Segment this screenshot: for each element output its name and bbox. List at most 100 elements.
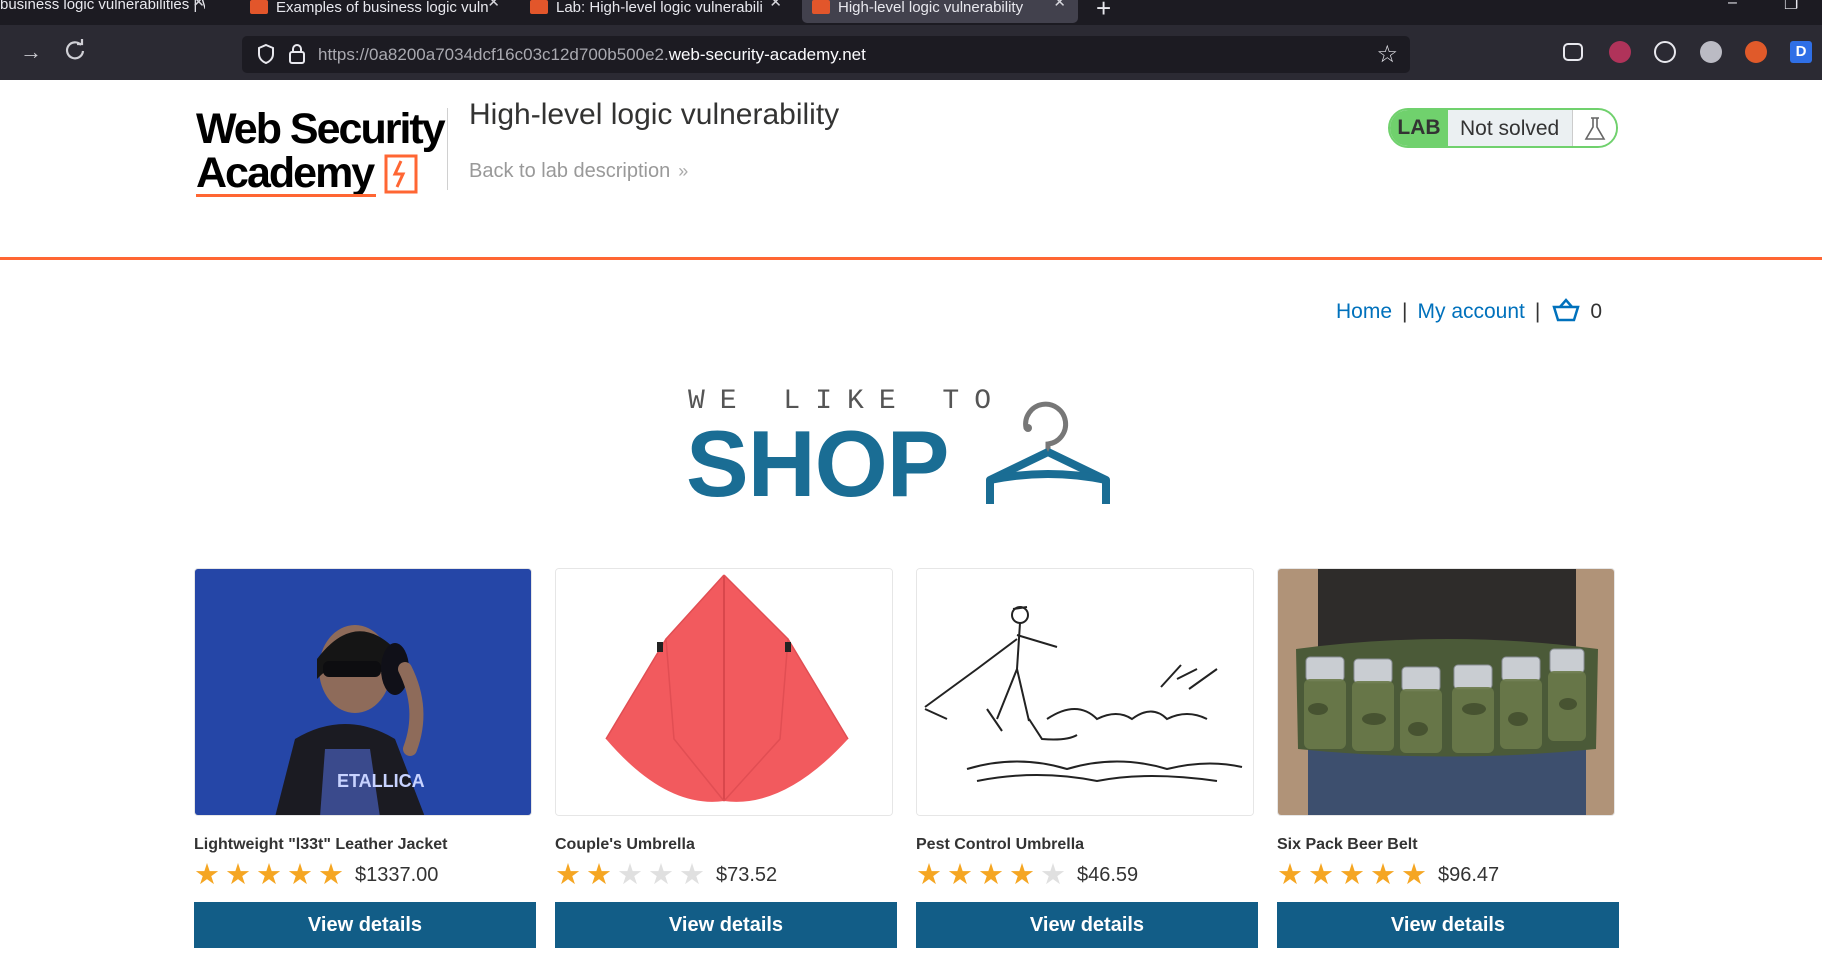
star-filled-icon: ★ xyxy=(1009,859,1035,891)
product-name: Couple's Umbrella xyxy=(555,836,695,853)
url-host: web-security-academy.net xyxy=(668,45,866,64)
product-image-leather-jacket: ETALLICA xyxy=(194,568,532,816)
tab-label: Examples of business logic vuln xyxy=(276,0,489,16)
back-to-lab-description-link[interactable]: Back to lab description » xyxy=(469,160,688,183)
product-name: Pest Control Umbrella xyxy=(916,836,1085,853)
star-filled-icon: ★ xyxy=(916,859,942,891)
bookmark-star-icon[interactable]: ☆ xyxy=(1376,40,1398,69)
star-filled-icon: ★ xyxy=(287,859,313,891)
lab-title: High-level logic vulnerability xyxy=(469,98,840,131)
view-details-button[interactable]: View details xyxy=(1277,902,1619,948)
header-separator xyxy=(0,257,1822,260)
banner-shop-text: SHOP xyxy=(686,411,949,516)
shield-icon[interactable] xyxy=(256,43,276,65)
star-filled-icon: ★ xyxy=(225,859,251,891)
close-icon[interactable]: ✕ xyxy=(487,0,500,10)
view-details-button[interactable]: View details xyxy=(916,902,1258,948)
star-filled-icon: ★ xyxy=(1401,859,1427,891)
product-price: $96.47 xyxy=(1438,863,1500,886)
star-filled-icon: ★ xyxy=(978,859,1004,891)
home-link[interactable]: Home xyxy=(1336,300,1392,323)
we-like-to-shop-banner: WE LIKE TO SHOP xyxy=(686,380,1126,514)
my-account-link[interactable]: My account xyxy=(1418,300,1525,323)
minimize-icon[interactable]: – xyxy=(1728,0,1737,12)
nav-separator: | xyxy=(1534,300,1541,323)
star-filled-icon: ★ xyxy=(1370,859,1396,891)
product-name: Lightweight "l33t" Leather Jacket xyxy=(194,836,448,853)
star-filled-icon: ★ xyxy=(586,859,612,891)
product-card: Six Pack Beer Belt ★ ★ ★ ★ ★ $96.47 View deta… xyxy=(1277,568,1619,948)
extension-gear-icon[interactable] xyxy=(1700,41,1722,63)
tab-high-level-logic-vulnerability[interactable]: High-level logic vulnerability ✕ xyxy=(802,0,1078,23)
lab-tag: LAB xyxy=(1390,110,1448,146)
cart-basket-icon[interactable] xyxy=(1552,298,1581,322)
pocket-icon[interactable] xyxy=(1563,43,1583,61)
product-price: $73.52 xyxy=(716,863,778,886)
lightning-bolt-icon xyxy=(384,154,418,194)
star-filled-icon: ★ xyxy=(1277,859,1303,891)
product-meta: ★ ★ ★ ★ ★ $46.59 xyxy=(916,860,1254,890)
product-card: Pest Control Umbrella ★ ★ ★ ★ ★ $46.59 View d… xyxy=(916,568,1258,948)
cookie-icon[interactable] xyxy=(1654,41,1676,63)
web-security-academy-logo[interactable]: Web Security Academy xyxy=(196,106,446,198)
star-empty-icon: ★ xyxy=(617,859,643,891)
lab-status-text: Not solved xyxy=(1460,117,1560,140)
url-bar[interactable]: https://0a8200a7034dcf16c03c12d700b500e2… xyxy=(242,36,1410,73)
product-meta: ★ ★ ★ ★ ★ $1337.00 xyxy=(194,860,532,890)
close-icon[interactable]: ✕ xyxy=(769,0,782,10)
tab-business-logic-vulnerabilities[interactable]: business logic vulnerabilities | W ✕ xyxy=(0,0,205,23)
star-empty-icon: ★ xyxy=(648,859,674,891)
double-chevron-right-icon: » xyxy=(678,161,689,181)
star-rating: ★ ★ ★ ★ ★ xyxy=(1277,860,1432,890)
star-empty-icon: ★ xyxy=(1040,859,1066,891)
lock-icon[interactable] xyxy=(288,43,306,65)
clothes-hanger-icon xyxy=(986,401,1110,504)
logo-line2: Academy xyxy=(196,149,375,197)
tab-label: business logic vulnerabilities | W xyxy=(0,0,205,13)
star-filled-icon: ★ xyxy=(1308,859,1334,891)
portswigger-favicon-icon xyxy=(812,0,830,14)
close-icon[interactable]: ✕ xyxy=(1053,0,1066,10)
extension-d-icon[interactable]: D xyxy=(1790,41,1812,63)
portswigger-favicon-icon xyxy=(530,0,548,14)
star-filled-icon: ★ xyxy=(318,859,344,891)
new-tab-plus-icon[interactable]: + xyxy=(1096,0,1111,24)
reload-icon[interactable] xyxy=(64,39,86,67)
tab-label: Lab: High-level logic vulnerabili xyxy=(556,0,763,16)
url-prefix: https://0a8200a7034dcf16c03c12d700b500e2… xyxy=(318,45,669,64)
product-name: Six Pack Beer Belt xyxy=(1277,836,1418,853)
product-card: ETALLICA Lightweight "l33t" Leather Jack… xyxy=(194,568,536,948)
back-link-label: Back to lab description xyxy=(469,160,671,182)
star-filled-icon: ★ xyxy=(1339,859,1365,891)
extension-fox-icon[interactable] xyxy=(1745,41,1767,63)
logo-underline xyxy=(196,194,376,197)
url-text[interactable]: https://0a8200a7034dcf16c03c12d700b500e2… xyxy=(318,45,866,65)
product-image-six-pack-beer-belt xyxy=(1277,568,1615,816)
star-filled-icon: ★ xyxy=(256,859,282,891)
browser-nav-bar: → https://0a8200a7034dcf16c03c12d700b500… xyxy=(0,25,1822,80)
svg-text:ETALLICA: ETALLICA xyxy=(337,771,425,791)
restore-window-icon[interactable]: ❐ xyxy=(1784,0,1798,14)
portswigger-favicon-icon xyxy=(250,0,268,14)
shop-navigation: Home | My account | 0 xyxy=(1336,298,1602,324)
flask-icon xyxy=(1572,110,1616,146)
view-details-button[interactable]: View details xyxy=(194,902,536,948)
star-rating: ★ ★ ★ ★ ★ xyxy=(555,860,710,890)
cart-count: 0 xyxy=(1590,300,1603,323)
tab-lab-description[interactable]: Lab: High-level logic vulnerabili ✕ xyxy=(530,0,782,23)
tab-label: High-level logic vulnerability xyxy=(838,0,1024,16)
product-card: Couple's Umbrella ★ ★ ★ ★ ★ $73.52 View detai… xyxy=(555,568,897,948)
product-meta: ★ ★ ★ ★ ★ $96.47 xyxy=(1277,860,1615,890)
product-price: $1337.00 xyxy=(355,863,439,886)
forward-icon[interactable]: → xyxy=(20,39,42,65)
lab-status-widget: LAB Not solved xyxy=(1388,108,1618,148)
star-filled-icon: ★ xyxy=(194,859,220,891)
product-price: $46.59 xyxy=(1077,863,1139,886)
close-icon[interactable]: ✕ xyxy=(192,0,205,10)
star-rating: ★ ★ ★ ★ ★ xyxy=(916,860,1071,890)
view-details-button[interactable]: View details xyxy=(555,902,897,948)
product-meta: ★ ★ ★ ★ ★ $73.52 xyxy=(555,860,893,890)
tab-examples-of-business-logic[interactable]: Examples of business logic vuln ✕ xyxy=(250,0,500,23)
extension-avatar-icon[interactable] xyxy=(1609,41,1631,63)
header-divider xyxy=(447,108,448,190)
